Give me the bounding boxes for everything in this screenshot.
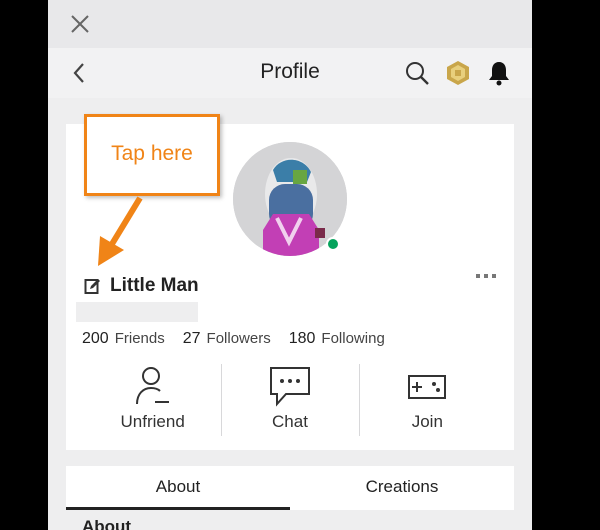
- app-frame: Profile Little Man 200 Friends 27 Follow…: [48, 0, 532, 530]
- bell-icon[interactable]: [485, 59, 513, 87]
- person-minus-icon: [135, 367, 169, 405]
- about-section-heading: About: [82, 517, 132, 530]
- nav-bar: Profile: [48, 48, 532, 98]
- robux-icon[interactable]: [444, 59, 472, 87]
- tutorial-callout: Tap here: [84, 114, 220, 196]
- stat-friends[interactable]: 200 Friends: [82, 330, 165, 348]
- close-icon[interactable]: [66, 10, 94, 38]
- profile-actions: Unfriend Chat Join: [84, 364, 496, 436]
- window-topbar: [48, 0, 532, 48]
- username-redacted: [76, 302, 198, 322]
- stat-following[interactable]: 180 Following: [289, 330, 385, 348]
- search-icon[interactable]: [403, 59, 431, 87]
- stat-followers[interactable]: 27 Followers: [183, 330, 271, 348]
- chat-icon: [269, 367, 310, 407]
- unfriend-button[interactable]: Unfriend: [84, 364, 221, 436]
- tab-about[interactable]: About: [66, 466, 290, 510]
- online-status-dot: [326, 237, 340, 251]
- join-button[interactable]: Join: [358, 364, 496, 436]
- profile-stats: 200 Friends 27 Followers 180 Following: [82, 330, 385, 348]
- profile-tabs: About Creations: [66, 466, 514, 510]
- more-options-icon[interactable]: [474, 270, 498, 282]
- chat-button[interactable]: Chat: [221, 364, 358, 436]
- edit-icon[interactable]: [84, 277, 102, 295]
- callout-text: Tap here: [111, 142, 193, 165]
- display-name-row: Little Man: [84, 274, 199, 298]
- tab-creations[interactable]: Creations: [290, 466, 514, 510]
- display-name: Little Man: [110, 275, 199, 296]
- gamepad-icon: [408, 375, 447, 399]
